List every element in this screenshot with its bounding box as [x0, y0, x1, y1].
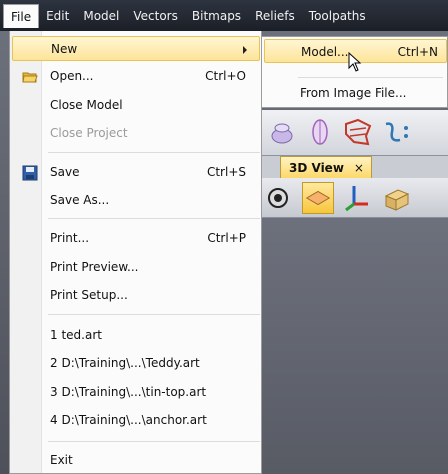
- menu-item-print-preview[interactable]: Print Preview...: [12, 255, 260, 280]
- menu-item-save[interactable]: Save Ctrl+S: [12, 160, 260, 185]
- submenu-item-model-shortcut: Ctrl+N: [397, 45, 438, 59]
- menu-item-recent-file[interactable]: 1 ted.art: [12, 323, 260, 348]
- recent-file-label: 1 ted.art: [50, 328, 102, 342]
- menu-item-print-setup-label: Print Setup...: [50, 288, 128, 302]
- menu-item-save-as-label: Save As...: [50, 193, 110, 207]
- recent-file-label: 3 D:\Training\...\tin-top.art: [50, 385, 207, 399]
- menu-item-recent-file[interactable]: 3 D:\Training\...\tin-top.art: [12, 380, 260, 405]
- submenu-item-from-image-label: From Image File...: [300, 86, 407, 100]
- menu-item-recent-file[interactable]: 4 D:\Training\...\anchor.art: [12, 408, 260, 433]
- recent-file-label: 4 D:\Training\...\anchor.art: [50, 413, 207, 427]
- spiral-icon[interactable]: [380, 116, 412, 148]
- menu-item-close-model[interactable]: Close Model: [12, 93, 260, 118]
- menu-item-open-label: Open...: [50, 69, 94, 83]
- ribbon-toolbar: [262, 110, 448, 156]
- folder-open-icon: [22, 72, 38, 83]
- submenu-item-model-label: Model...: [301, 45, 349, 59]
- submenu-arrow-icon: [243, 46, 247, 54]
- close-tab-icon[interactable]: ×: [354, 161, 364, 175]
- eye-icon[interactable]: [262, 182, 294, 214]
- file-menu: New Open... Ctrl+O Close Model Close Pro…: [9, 31, 262, 474]
- menubar-file[interactable]: File: [3, 3, 40, 28]
- menu-item-print-setup[interactable]: Print Setup...: [12, 283, 260, 308]
- weave-icon[interactable]: [342, 116, 374, 148]
- menubar: File Edit Model Vectors Bitmaps Reliefs …: [0, 0, 448, 31]
- menu-separator: [48, 441, 260, 442]
- menu-separator: [298, 77, 443, 78]
- menubar-toolpaths[interactable]: Toolpaths: [302, 4, 373, 28]
- menubar-model[interactable]: Model: [76, 4, 126, 28]
- mouse-pointer-icon: [348, 52, 362, 72]
- extrude-icon[interactable]: [304, 116, 336, 148]
- menu-item-open-shortcut: Ctrl+O: [205, 69, 246, 83]
- menu-item-save-label: Save: [50, 165, 80, 179]
- tab-3d-view[interactable]: 3D View ×: [280, 156, 372, 178]
- menu-item-close-model-label: Close Model: [50, 98, 123, 112]
- revolve-icon[interactable]: [266, 116, 298, 148]
- menu-item-recent-file[interactable]: 2 D:\Training\...\Teddy.art: [12, 351, 260, 376]
- submenu-item-from-image-file[interactable]: From Image File...: [264, 81, 447, 105]
- floppy-disk-icon: [22, 165, 38, 181]
- plane-icon: [305, 190, 331, 206]
- menu-item-save-shortcut: Ctrl+S: [206, 165, 246, 179]
- recent-file-label: 2 D:\Training\...\Teddy.art: [50, 356, 200, 370]
- menu-separator: [48, 152, 260, 153]
- menu-item-exit-label: Exit: [50, 453, 73, 467]
- menu-item-print-preview-label: Print Preview...: [50, 260, 139, 274]
- plane-view-button[interactable]: [302, 182, 334, 214]
- menu-item-print[interactable]: Print... Ctrl+P: [12, 226, 260, 251]
- menu-separator: [48, 218, 260, 219]
- menubar-bitmaps[interactable]: Bitmaps: [185, 4, 248, 28]
- menu-item-print-shortcut: Ctrl+P: [207, 231, 246, 245]
- 3d-view-toolbar: [262, 178, 448, 218]
- menu-item-new-label: New: [51, 42, 78, 56]
- menu-item-open[interactable]: Open... Ctrl+O: [12, 64, 260, 89]
- menu-item-close-project: Close Project: [12, 121, 260, 146]
- new-submenu: Model... Ctrl+N From Image File...: [261, 36, 448, 108]
- menu-item-new[interactable]: New: [12, 36, 260, 61]
- menubar-vectors[interactable]: Vectors: [126, 4, 185, 28]
- tab-3d-view-label: 3D View: [289, 160, 344, 175]
- menu-item-print-label: Print...: [50, 231, 90, 245]
- menu-item-save-as[interactable]: Save As...: [12, 188, 260, 213]
- menubar-reliefs[interactable]: Reliefs: [248, 4, 302, 28]
- menu-separator: [48, 314, 260, 315]
- menu-item-close-project-label: Close Project: [50, 126, 128, 140]
- box-view-icon[interactable]: [380, 182, 412, 214]
- menu-item-exit[interactable]: Exit: [12, 448, 260, 473]
- menubar-edit[interactable]: Edit: [39, 4, 76, 28]
- 3d-view-viewport[interactable]: [262, 178, 448, 474]
- axes-icon[interactable]: [340, 182, 372, 214]
